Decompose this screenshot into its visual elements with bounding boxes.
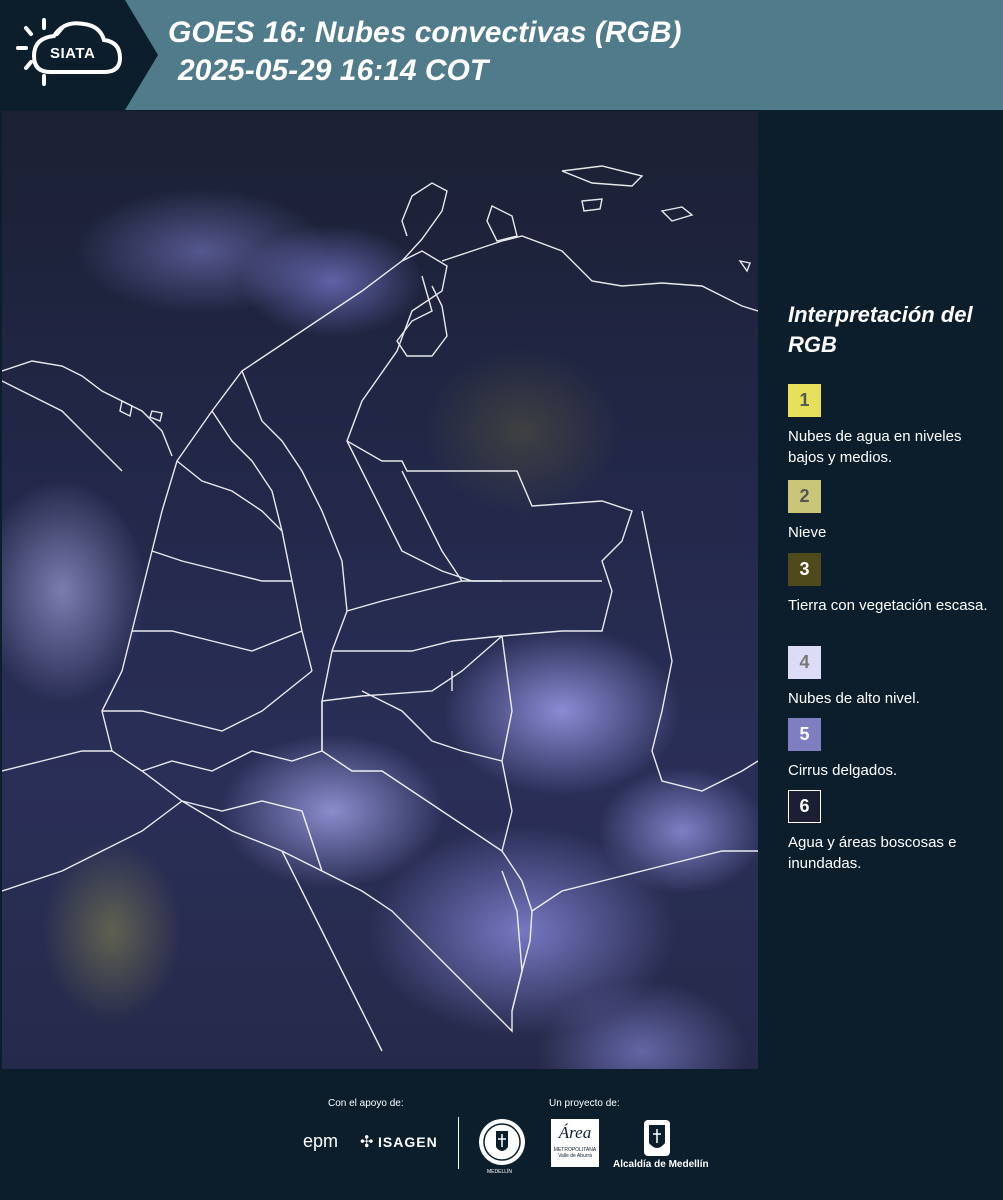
legend-item-6: 6 Agua y áreas boscosas e inundadas.	[788, 790, 988, 874]
legend-title: Interpretación del RGB	[788, 302, 973, 357]
area-logo-line3: Valle de Aburrá	[558, 1153, 592, 1159]
legend-label-3: Tierra con vegetación escasa.	[788, 597, 988, 614]
isagen-logo[interactable]: ISAGEN	[378, 1134, 438, 1150]
legend-swatch-5: 5	[788, 718, 821, 751]
legend-label-5: Cirrus delgados.	[788, 762, 898, 779]
title-line-2: 2025-05-29 16:14 COT	[178, 54, 489, 87]
legend-swatch-2: 2	[788, 480, 821, 513]
legend-label-1: Nubes de agua en niveles bajos y medios.	[788, 428, 962, 466]
medellin-seal-icon[interactable]	[477, 1117, 527, 1167]
footer: Con el apoyo de: Un proyecto de: epm ✣ I…	[0, 1072, 1003, 1200]
header-bar: SIATA GOES 16: Nubes convectivas (RGB) 2…	[0, 0, 1003, 110]
legend-label-6: Agua y áreas boscosas e inundadas.	[788, 834, 957, 872]
area-metropolitana-logo[interactable]: Área METROPOLITANA Valle de Aburrá	[551, 1119, 599, 1167]
alcaldia-label[interactable]: Alcaldía de Medellín	[613, 1159, 709, 1170]
legend-swatch-4: 4	[788, 646, 821, 679]
legend-swatch-1: 1	[788, 384, 821, 417]
epm-logo[interactable]: epm	[303, 1131, 338, 1152]
isagen-icon: ✣	[360, 1134, 374, 1151]
medellin-seal-text: MEDELLÍN	[487, 1169, 513, 1175]
siata-logo[interactable]: SIATA	[0, 0, 158, 110]
support-label: Con el apoyo de:	[328, 1098, 404, 1109]
legend-label-4: Nubes de alto nivel.	[788, 690, 920, 707]
legend-item-1: 1 Nubes de agua en niveles bajos y medio…	[788, 384, 988, 468]
footer-divider	[458, 1117, 459, 1169]
legend-item-5: 5 Cirrus delgados.	[788, 718, 988, 781]
map-borders	[2, 165, 758, 1052]
logo-text: SIATA	[50, 45, 96, 62]
legend-swatch-3: 3	[788, 553, 821, 586]
legend-label-2: Nieve	[788, 524, 827, 541]
page-title: GOES 16: Nubes convectivas (RGB) 2025-05…	[168, 14, 682, 90]
legend-item-4: 4 Nubes de alto nivel.	[788, 646, 988, 709]
alcaldia-shield-icon[interactable]	[643, 1119, 671, 1157]
legend-swatch-6: 6	[788, 790, 821, 823]
project-label: Un proyecto de:	[549, 1098, 620, 1109]
legend-item-2: 2 Nieve	[788, 480, 988, 543]
satellite-map	[2, 111, 758, 1069]
area-logo-title: Área	[558, 1123, 592, 1142]
title-line-1: GOES 16: Nubes convectivas (RGB)	[168, 16, 682, 49]
legend-item-3: 3 Tierra con vegetación escasa.	[788, 553, 988, 616]
